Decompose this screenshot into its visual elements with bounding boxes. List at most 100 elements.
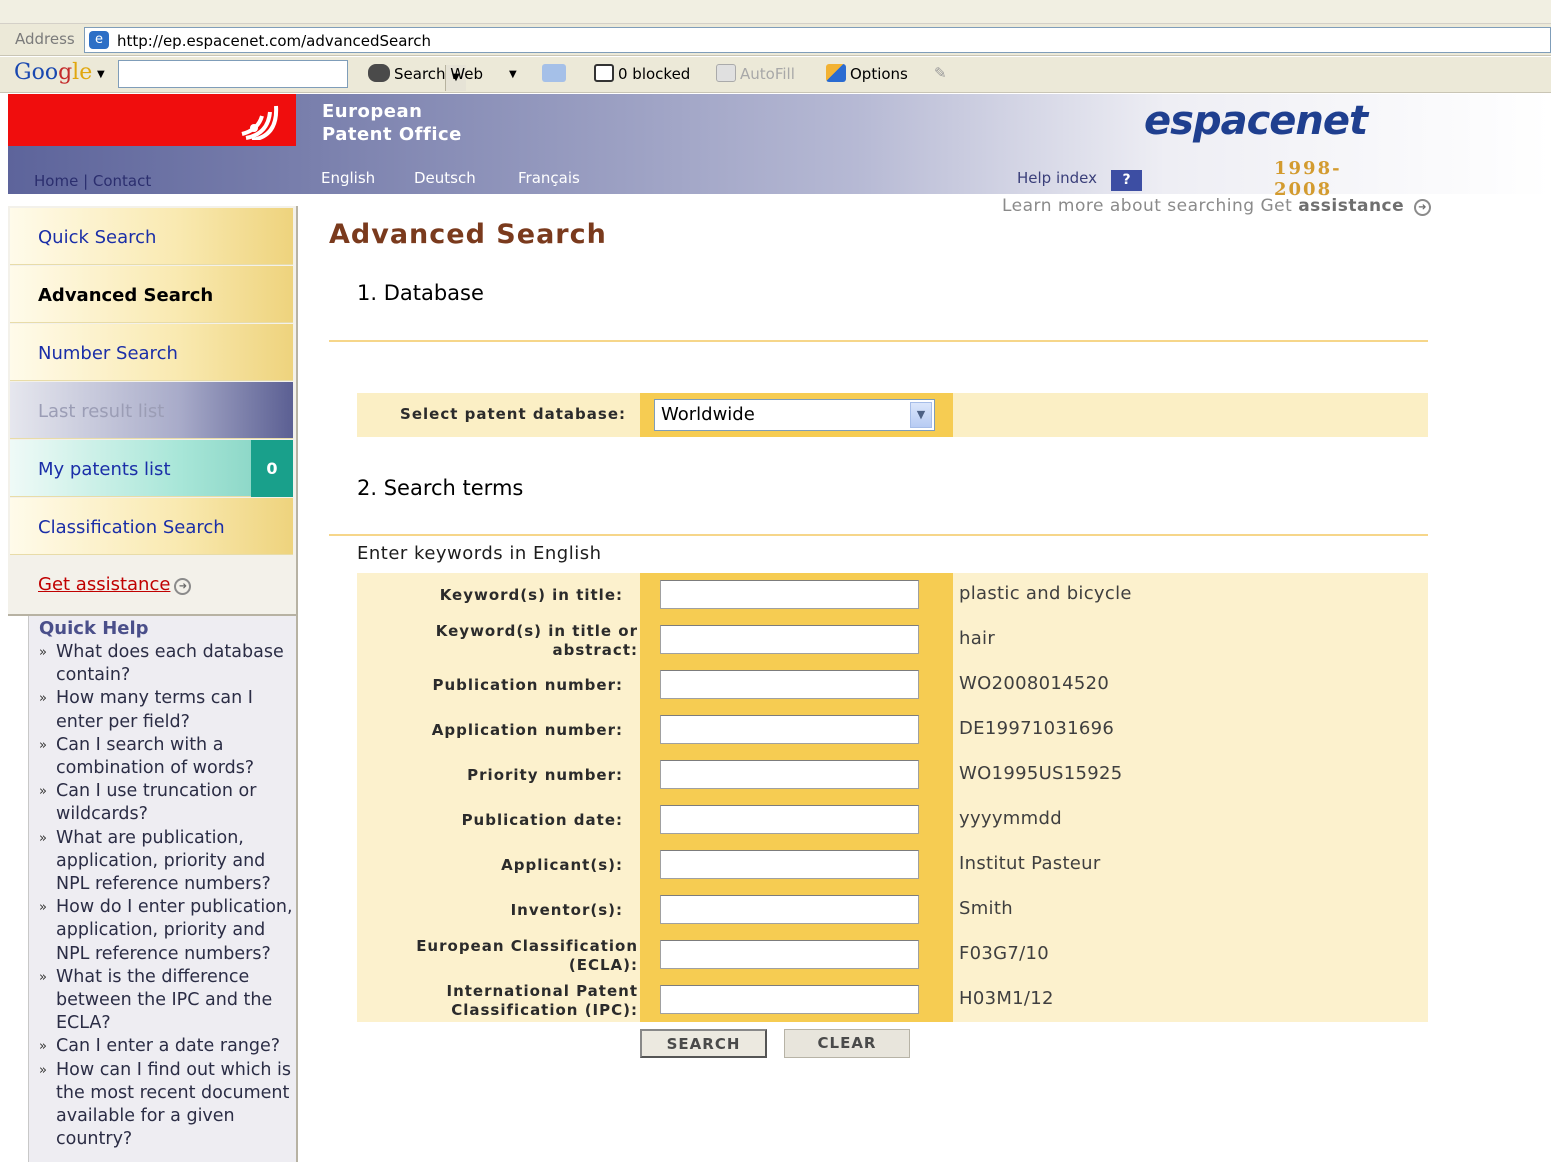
chevron-right-icon: » <box>39 737 47 753</box>
field-row-ecla: European Classification (ECLA): F03G7/10 <box>357 933 1428 978</box>
google-toolbar: Google ▼ ▼ Search Web ▼ 0 blocked AutoFi… <box>0 57 1551 93</box>
epo-red-banner <box>8 94 296 146</box>
section-divider <box>329 340 1428 342</box>
chevron-right-icon: » <box>39 645 47 660</box>
ie-page-icon: e <box>89 31 109 49</box>
field-label: Keyword(s) in title: <box>439 586 623 604</box>
options-icon <box>826 64 846 82</box>
quick-help-item[interactable]: » Can I enter a date range? <box>39 1035 296 1058</box>
google-search-input[interactable]: ▼ <box>118 60 466 91</box>
epo-name: European Patent Office <box>322 101 462 145</box>
field-row-inventor: Inventor(s): Smith <box>357 888 1428 933</box>
address-bar: Address e http://ep.espacenet.com/advanc… <box>0 24 1551 56</box>
field-example: F03G7/10 <box>959 943 1050 964</box>
publication-number-input[interactable] <box>660 670 919 699</box>
quick-help-item[interactable]: » How many terms can I enter per field? <box>39 687 296 733</box>
field-row-publication-date: Publication date: yyyymmdd <box>357 798 1428 843</box>
autofill-button[interactable]: AutoFill <box>716 64 795 83</box>
google-menu-caret-icon[interactable]: ▼ <box>97 69 105 80</box>
field-row-applicant: Applicant(s): Institut Pasteur <box>357 843 1428 888</box>
ecla-input[interactable] <box>660 940 919 969</box>
highlighter-icon[interactable]: ✎ <box>934 64 947 82</box>
lang-deutsch[interactable]: Deutsch <box>414 169 476 187</box>
popup-blocker-icon <box>594 64 614 82</box>
quick-help-item[interactable]: » How do I enter publication, application… <box>39 896 296 966</box>
field-example: Institut Pasteur <box>959 853 1101 874</box>
field-example: plastic and bicycle <box>959 583 1132 604</box>
field-label: Priority number: <box>467 766 623 784</box>
sidebar-item-classification-search[interactable]: Classification Search <box>10 498 293 555</box>
sidebar-item-advanced-search[interactable]: Advanced Search <box>10 266 293 323</box>
learn-more-link[interactable]: Learn more about searching Get assistanc… <box>1002 196 1432 216</box>
google-logo[interactable]: Google <box>14 60 92 85</box>
clear-button[interactable]: CLEAR <box>784 1029 910 1058</box>
sidebar: Quick Search Advanced Search Number Sear… <box>8 206 298 1162</box>
news-icon[interactable] <box>542 64 570 83</box>
quick-help-panel: Quick Help » What does each database cont… <box>28 616 298 1162</box>
epo-header: European Patent Office Home | Contact En… <box>8 94 1551 200</box>
address-url[interactable]: http://ep.espacenet.com/advancedSearch <box>117 32 431 50</box>
contact-link[interactable]: Contact <box>93 172 151 190</box>
page-title: Advanced Search <box>329 219 607 250</box>
field-example: H03M1/12 <box>959 988 1054 1009</box>
autofill-icon <box>716 64 736 82</box>
field-example: hair <box>959 628 996 649</box>
chevron-right-icon: » <box>39 784 47 800</box>
browser-toolbar-top <box>0 0 1551 24</box>
arrow-circle-icon: ➜ <box>1414 199 1432 216</box>
field-label: Application number: <box>431 721 623 739</box>
search-web-button[interactable]: Search Web <box>368 64 483 83</box>
applicant-input[interactable] <box>660 850 919 879</box>
espacenet-logo: espacenet 1998-2008 <box>1144 98 1368 200</box>
field-example: DE19971031696 <box>959 718 1115 739</box>
sidebar-nav: Quick Search Advanced Search Number Sear… <box>8 206 298 616</box>
field-row-application-number: Application number: DE19971031696 <box>357 708 1428 753</box>
popup-blocker-button[interactable]: 0 blocked <box>594 64 690 83</box>
home-contact-links: Home | Contact <box>34 172 152 190</box>
home-link[interactable]: Home <box>34 172 78 190</box>
lang-english[interactable]: English <box>321 169 375 187</box>
sidebar-item-number-search[interactable]: Number Search <box>10 324 293 381</box>
search-fields-table: Keyword(s) in title: plastic and bicycle… <box>357 573 1428 1022</box>
ipc-input[interactable] <box>660 985 919 1014</box>
sidebar-item-last-result-list: Last result list <box>10 382 293 439</box>
options-button[interactable]: Options <box>826 64 908 83</box>
field-label: Publication date: <box>461 811 623 829</box>
lang-francais[interactable]: Français <box>518 169 580 187</box>
field-example: yyyymmdd <box>959 808 1062 829</box>
binoculars-icon <box>368 64 390 82</box>
help-index-link[interactable]: Help index <box>1017 169 1097 187</box>
quick-help-item[interactable]: » What is the difference between the IPC … <box>39 966 296 1036</box>
inventor-input[interactable] <box>660 895 919 924</box>
sidebar-item-my-patents-list[interactable]: My patents list 0 <box>10 440 293 497</box>
field-label: Keyword(s) in title or abstract: <box>435 621 638 659</box>
help-question-icon[interactable]: ? <box>1111 170 1142 191</box>
chevron-right-icon: » <box>39 691 47 707</box>
chevron-right-icon: » <box>39 1039 47 1055</box>
priority-number-input[interactable] <box>660 760 919 789</box>
address-field[interactable]: e http://ep.espacenet.com/advancedSearch <box>84 27 1551 53</box>
my-patents-count-badge: 0 <box>251 440 293 497</box>
quick-help-item[interactable]: » How can I find out which is the most re… <box>39 1059 296 1152</box>
section-database-title: 1. Database <box>357 281 484 305</box>
sidebar-item-quick-search[interactable]: Quick Search <box>10 208 293 265</box>
quick-help-title: Quick Help <box>39 618 149 639</box>
publication-date-input[interactable] <box>660 805 919 834</box>
chevron-down-icon[interactable]: ▼ <box>910 402 932 428</box>
quick-help-item[interactable]: » Can I search with a combination of word… <box>39 734 296 780</box>
field-label: Publication number: <box>432 676 623 694</box>
quick-help-item[interactable]: » Can I use truncation or wildcards? <box>39 780 296 826</box>
search-button[interactable]: SEARCH <box>640 1029 767 1058</box>
field-example: Smith <box>959 898 1013 919</box>
field-label: Applicant(s): <box>501 856 623 874</box>
quick-help-item[interactable]: » What does each database contain? <box>39 641 296 687</box>
field-label: International Patent Classification (IPC… <box>446 981 638 1019</box>
search-web-dropdown-icon[interactable]: ▼ <box>509 69 517 80</box>
application-number-input[interactable] <box>660 715 919 744</box>
title-keywords-input[interactable] <box>660 580 919 609</box>
get-assistance-link[interactable]: Get assistance ➜ <box>38 574 192 595</box>
quick-help-item[interactable]: » What are publication, application, prio… <box>39 827 296 897</box>
title-abstract-keywords-input[interactable] <box>660 625 919 654</box>
database-select[interactable]: Worldwide ▼ <box>654 399 935 431</box>
chevron-right-icon: » <box>39 900 47 916</box>
